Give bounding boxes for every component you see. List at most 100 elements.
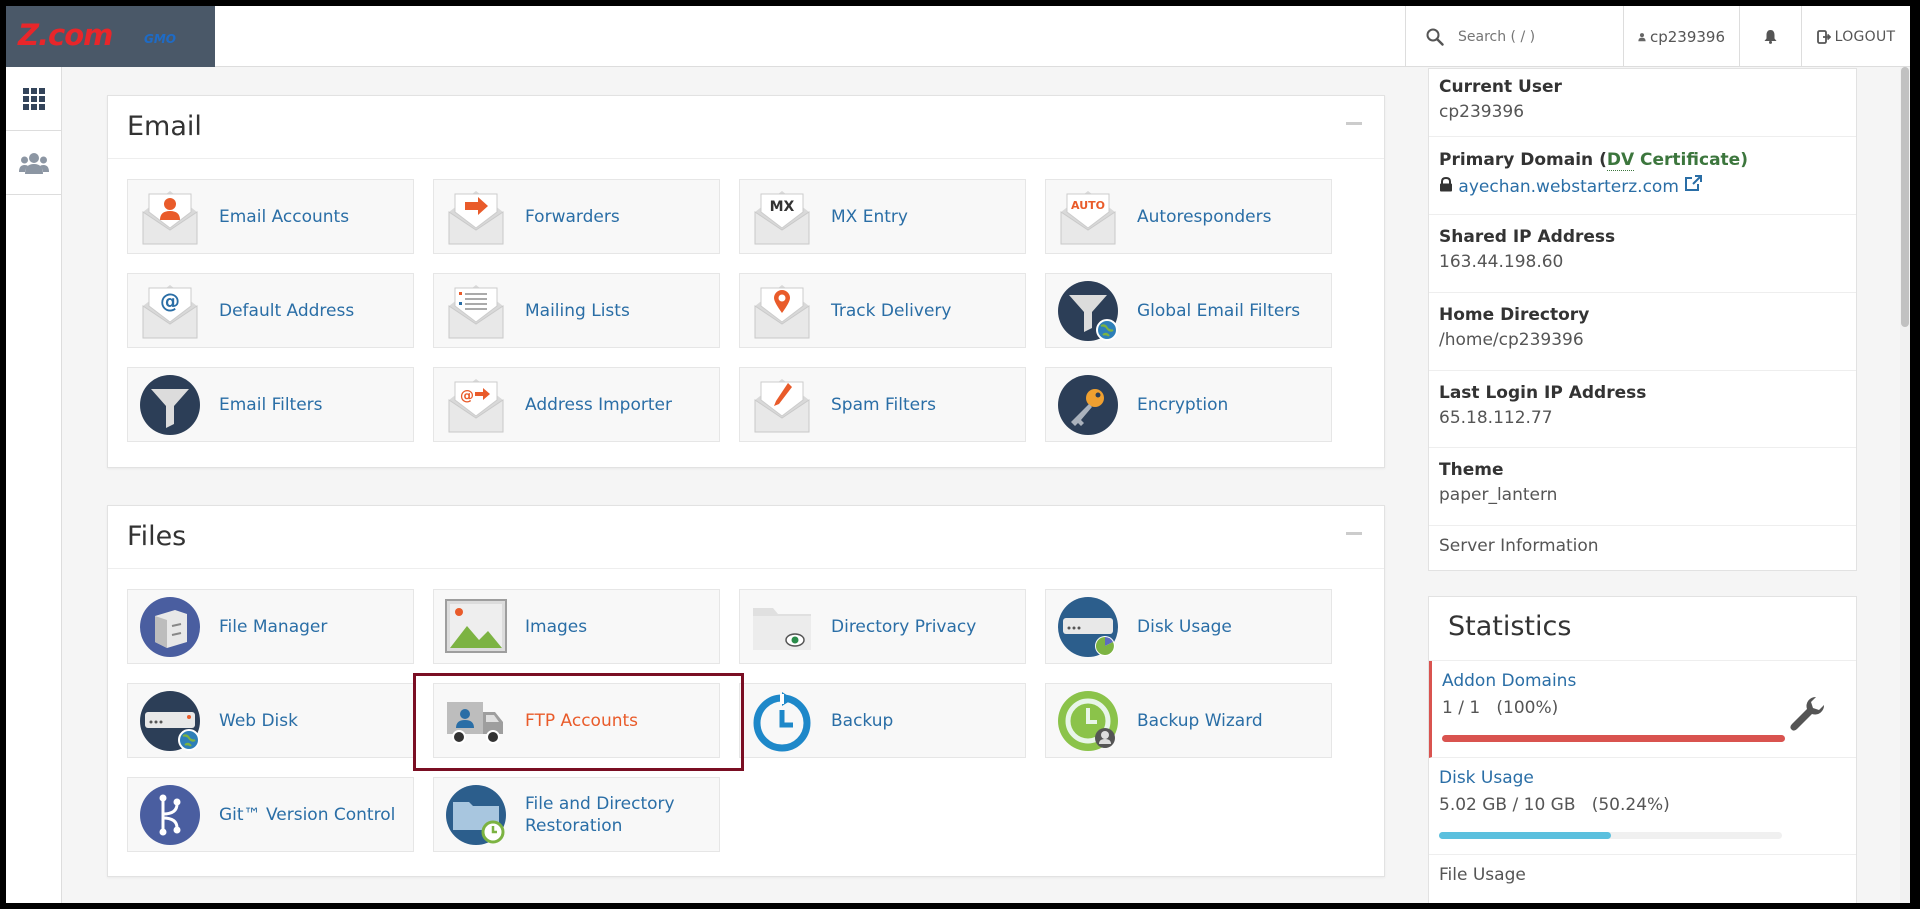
general-info-panel: Current User cp239396 Primary Domain (DV… xyxy=(1428,68,1857,571)
stat-usage: 1 / 1 (100%) xyxy=(1442,698,1559,718)
grid-icon xyxy=(22,87,45,110)
envelope-pen-icon xyxy=(751,374,813,436)
feature-label: Forwarders xyxy=(525,206,620,227)
feature-label: File and Directory Restoration xyxy=(525,793,675,836)
bell-icon xyxy=(1764,30,1777,44)
feature-email-filters[interactable]: Email Filters xyxy=(127,367,414,442)
feature-label: Web Disk xyxy=(219,710,298,731)
funnel-globe-icon xyxy=(1057,280,1119,342)
server-information-link[interactable]: Server Information xyxy=(1439,536,1846,556)
feature-autoresponders[interactable]: AUTO Autoresponders xyxy=(1045,179,1332,254)
stat-file-usage: File Usage xyxy=(1429,855,1856,903)
feature-label: MX Entry xyxy=(831,206,908,227)
stat-addon-domains: Addon Domains 1 / 1 (100%) xyxy=(1429,661,1856,758)
wrench-icon[interactable] xyxy=(1790,695,1828,733)
theme-label: Theme xyxy=(1439,460,1504,480)
folder-clock-icon xyxy=(445,784,507,846)
feature-label: Spam Filters xyxy=(831,394,936,415)
last-login-row: Last Login IP Address 65.18.112.77 xyxy=(1429,371,1856,448)
current-user-row: Current User cp239396 xyxy=(1429,69,1856,137)
feature-web-disk[interactable]: Web Disk xyxy=(127,683,414,758)
feature-label: Address Importer xyxy=(525,394,672,415)
scrollbar-thumb[interactable] xyxy=(1901,67,1909,327)
feature-file-manager[interactable]: File Manager xyxy=(127,589,414,664)
stat-name[interactable]: Addon Domains xyxy=(1442,671,1846,691)
stat-disk-usage: Disk Usage 5.02 GB / 10 GB (50.24%) xyxy=(1429,758,1856,855)
top-bar: Z.com GMO cp239396 LOGOUT xyxy=(6,6,1910,67)
stat-name[interactable]: Disk Usage xyxy=(1439,768,1846,788)
logout-button[interactable]: LOGOUT xyxy=(1801,6,1910,67)
feature-label: Backup Wizard xyxy=(1137,710,1263,731)
feature-label: Backup xyxy=(831,710,894,731)
envelope-pin-icon xyxy=(751,280,813,342)
logo[interactable]: Z.com GMO xyxy=(6,6,215,67)
feature-track-delivery[interactable]: Track Delivery xyxy=(739,273,1026,348)
file-cabinet-icon xyxy=(139,596,201,658)
search-box[interactable] xyxy=(1405,6,1623,67)
feature-default-address[interactable]: @ Default Address xyxy=(127,273,414,348)
envelope-list-icon xyxy=(445,280,507,342)
primary-domain-label: Primary Domain (DV Certificate) xyxy=(1439,150,1748,171)
collapse-icon[interactable] xyxy=(1346,532,1362,535)
feature-label: Email Filters xyxy=(219,394,323,415)
feature-label: Global Email Filters xyxy=(1137,300,1301,321)
search-input[interactable] xyxy=(1458,28,1608,45)
external-link-icon[interactable] xyxy=(1684,175,1703,192)
key-icon xyxy=(1057,374,1119,436)
theme-row: Theme paper_lantern xyxy=(1429,448,1856,526)
feature-spam-filters[interactable]: Spam Filters xyxy=(739,367,1026,442)
progress-bar xyxy=(1442,735,1785,742)
progress-fill xyxy=(1439,832,1612,839)
feature-forwarders[interactable]: Forwarders xyxy=(433,179,720,254)
user-icon xyxy=(1638,32,1646,41)
feature-global-email-filters[interactable]: Global Email Filters xyxy=(1045,273,1332,348)
folder-eye-icon xyxy=(751,596,813,658)
image-icon xyxy=(445,596,507,658)
feature-label: Encryption xyxy=(1137,394,1229,415)
feature-images[interactable]: Images xyxy=(433,589,720,664)
feature-label: Autoresponders xyxy=(1137,206,1272,227)
svg-text:@: @ xyxy=(460,388,474,404)
feature-label: Images xyxy=(525,616,588,637)
progress-bar xyxy=(1439,832,1782,839)
feature-backup-wizard[interactable]: Backup Wizard xyxy=(1045,683,1332,758)
primary-domain-row: Primary Domain (DV Certificate) ayechan.… xyxy=(1429,137,1856,215)
nav-users[interactable] xyxy=(6,131,61,195)
primary-domain-link[interactable]: ayechan.webstarterz.com xyxy=(1458,177,1679,197)
shared-ip-row: Shared IP Address 163.44.198.60 xyxy=(1429,215,1856,293)
page-scrollbar[interactable] xyxy=(1900,67,1910,903)
current-user-value: cp239396 xyxy=(1439,102,1525,122)
feature-mailing-lists[interactable]: Mailing Lists xyxy=(433,273,720,348)
top-bar-controls: cp239396 LOGOUT xyxy=(1405,6,1910,67)
feature-directory-privacy[interactable]: Directory Privacy xyxy=(739,589,1026,664)
feature-label: Mailing Lists xyxy=(525,300,630,321)
user-menu[interactable]: cp239396 xyxy=(1623,6,1739,67)
home-directory-label: Home Directory xyxy=(1439,305,1590,325)
feature-label: Disk Usage xyxy=(1137,616,1232,637)
home-directory-row: Home Directory /home/cp239396 xyxy=(1429,293,1856,371)
logo-text: Z.com xyxy=(18,18,113,52)
feature-disk-usage[interactable]: Disk Usage xyxy=(1045,589,1332,664)
envelope-auto-icon: AUTO xyxy=(1057,186,1119,248)
feature-backup[interactable]: Backup xyxy=(739,683,1026,758)
feature-address-importer[interactable]: @ Address Importer xyxy=(433,367,720,442)
logout-label: LOGOUT xyxy=(1834,28,1896,45)
statistics-title: Statistics xyxy=(1429,597,1856,661)
logo-subtext: GMO xyxy=(144,32,176,46)
feature-mx-entry[interactable]: MX MX Entry xyxy=(739,179,1026,254)
envelope-user-icon xyxy=(139,186,201,248)
feature-label: Email Accounts xyxy=(219,206,350,227)
feature-git-version-control[interactable]: Git™ Version Control xyxy=(127,777,414,852)
backup-wizard-icon xyxy=(1057,690,1119,752)
files-panel-header: Files xyxy=(108,506,1384,569)
files-panel: Files File Manager Images Directory Privac… xyxy=(107,505,1385,877)
collapse-icon[interactable] xyxy=(1346,122,1362,125)
feature-encryption[interactable]: Encryption xyxy=(1045,367,1332,442)
feature-email-accounts[interactable]: Email Accounts xyxy=(127,179,414,254)
statistics-panel: Statistics Addon Domains 1 / 1 (100%) Di… xyxy=(1428,596,1857,903)
nav-home[interactable] xyxy=(6,67,61,131)
feature-file-and-directory-restoration[interactable]: File and Directory Restoration xyxy=(433,777,720,852)
shared-ip-value: 163.44.198.60 xyxy=(1439,252,1564,272)
logout-icon xyxy=(1816,29,1831,44)
notifications-button[interactable] xyxy=(1739,6,1801,67)
